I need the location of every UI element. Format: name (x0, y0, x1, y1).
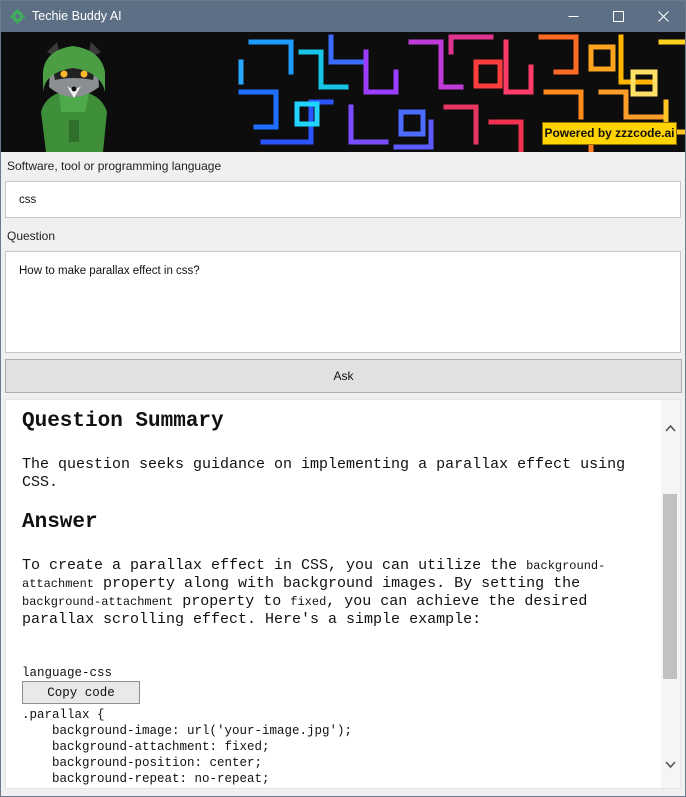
answer-text: property to (173, 593, 291, 610)
ask-button[interactable]: Ask (5, 359, 682, 393)
code-line: background-image: url('your-image.jpg'); (22, 724, 353, 738)
code-line: .parallax { (22, 708, 105, 722)
answer-text: property along with background images. B… (94, 575, 581, 592)
copy-code-button[interactable]: Copy code (22, 681, 140, 704)
minimize-icon (568, 16, 578, 17)
code-line: background-position: center; (22, 756, 263, 770)
scroll-up-icon[interactable] (664, 422, 677, 435)
title-bar[interactable]: Techie Buddy AI (1, 1, 685, 32)
code-line: background-repeat: no-repeat; (22, 772, 270, 786)
scroll-down-icon[interactable] (664, 758, 677, 771)
question-label: Question (7, 229, 56, 243)
maximize-button[interactable] (595, 1, 641, 32)
answer-text: To create a parallax effect in CSS, you … (22, 557, 527, 574)
maximize-icon (612, 11, 624, 22)
inline-code: background-attachment (22, 595, 174, 609)
powered-by-badge[interactable]: Powered by zzzcode.ai (542, 122, 677, 145)
question-summary-text: The question seeks guidance on implement… (22, 456, 626, 491)
app-window: Techie Buddy AI Powered by zzzcode.ai So… (0, 0, 686, 797)
answer-heading: Answer (22, 511, 98, 534)
question-summary-heading: Question Summary (22, 410, 224, 433)
inline-code: fixed (290, 595, 327, 609)
scrollbar-thumb[interactable] (663, 494, 677, 679)
raccoon-mascot-image (41, 42, 107, 152)
minimize-button[interactable] (550, 1, 596, 32)
answer-paragraph: To create a parallax effect in CSS, you … (22, 557, 652, 629)
close-button[interactable] (640, 1, 685, 32)
language-input-value: css (19, 194, 37, 206)
vertical-scrollbar[interactable] (661, 400, 680, 788)
code-language-label: language-css (22, 666, 113, 680)
question-textarea[interactable]: How to make parallax effect in css? (5, 251, 681, 353)
answer-output-panel[interactable]: Question Summary The question seeks guid… (5, 399, 681, 789)
language-input[interactable]: css (5, 181, 681, 218)
app-gear-icon (10, 9, 25, 24)
header-banner: Powered by zzzcode.ai (1, 32, 685, 152)
language-label: Software, tool or programming language (7, 159, 222, 173)
question-textarea-value: How to make parallax effect in css? (19, 265, 200, 277)
window-title: Techie Buddy AI (32, 9, 122, 23)
close-icon (657, 11, 669, 22)
code-line: background-attachment: fixed; (22, 740, 270, 754)
